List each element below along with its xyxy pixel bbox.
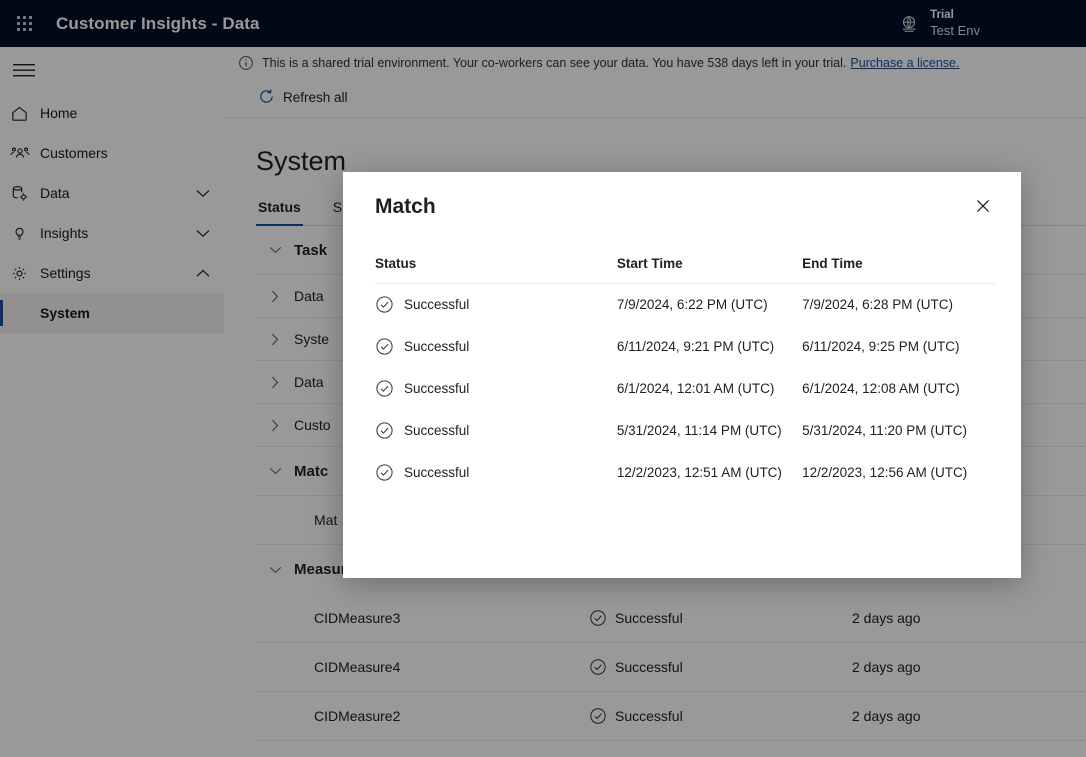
table-header: Status Start Time End Time xyxy=(375,222,995,284)
table-row: Successful 5/31/2024, 11:14 PM (UTC) 5/3… xyxy=(375,410,995,452)
close-icon xyxy=(976,199,990,213)
check-circle-icon xyxy=(375,337,394,356)
match-dialog: Match Status Start Time End Time Success… xyxy=(343,172,1021,578)
status-text: Successful xyxy=(404,297,470,313)
table-row: Successful 12/2/2023, 12:51 AM (UTC) 12/… xyxy=(375,452,995,494)
close-button[interactable] xyxy=(967,190,999,222)
cell-end-time: 5/31/2024, 11:20 PM (UTC) xyxy=(802,423,967,438)
dialog-header: Match xyxy=(343,172,1021,222)
cell-status: Successful xyxy=(375,452,617,494)
cell-status: Successful xyxy=(375,410,617,452)
cell-end-time: 12/2/2023, 12:56 AM (UTC) xyxy=(802,465,968,480)
column-header-status: Status xyxy=(375,222,617,284)
cell-status: Successful xyxy=(375,368,617,410)
cell-start-time: 6/11/2024, 9:21 PM (UTC) xyxy=(616,339,775,354)
cell-start-time: 7/9/2024, 6:22 PM (UTC) xyxy=(616,297,768,313)
column-header-end-time: End Time xyxy=(802,222,995,284)
check-circle-icon xyxy=(375,463,394,482)
check-circle-icon xyxy=(375,295,394,314)
status-text: Successful xyxy=(404,423,470,438)
table-body: Successful 7/9/2024, 6:22 PM (UTC) 7/9/2… xyxy=(375,284,995,494)
table-header-row: Status Start Time End Time xyxy=(375,222,995,284)
check-circle-icon xyxy=(375,421,394,440)
check-circle-icon xyxy=(375,379,394,398)
table-row: Successful 6/1/2024, 12:01 AM (UTC) 6/1/… xyxy=(375,368,995,410)
run-history-table: Status Start Time End Time Successful 7/… xyxy=(375,222,995,494)
cell-status: Successful xyxy=(375,326,617,368)
cell-start-time: 5/31/2024, 11:14 PM (UTC) xyxy=(616,423,782,438)
dialog-body: Status Start Time End Time Successful 7/… xyxy=(343,222,1021,494)
cell-status: Successful xyxy=(375,284,617,326)
table-row: Successful 7/9/2024, 6:22 PM (UTC) 7/9/2… xyxy=(375,284,995,326)
dialog-title: Match xyxy=(375,195,436,218)
column-header-start-time: Start Time xyxy=(616,222,803,284)
cell-start-time: 6/1/2024, 12:01 AM (UTC) xyxy=(616,381,775,396)
cell-end-time: 7/9/2024, 6:28 PM (UTC) xyxy=(802,297,953,313)
status-text: Successful xyxy=(404,381,470,396)
app-root: Customer Insights - Data Trial Test Env xyxy=(0,0,1086,757)
status-text: Successful xyxy=(404,339,470,354)
table-row: Successful 6/11/2024, 9:21 PM (UTC) 6/11… xyxy=(375,326,995,368)
cell-start-time: 12/2/2023, 12:51 AM (UTC) xyxy=(616,465,782,480)
cell-end-time: 6/1/2024, 12:08 AM (UTC) xyxy=(802,381,960,396)
status-text: Successful xyxy=(404,465,470,480)
cell-end-time: 6/11/2024, 9:25 PM (UTC) xyxy=(802,339,960,354)
